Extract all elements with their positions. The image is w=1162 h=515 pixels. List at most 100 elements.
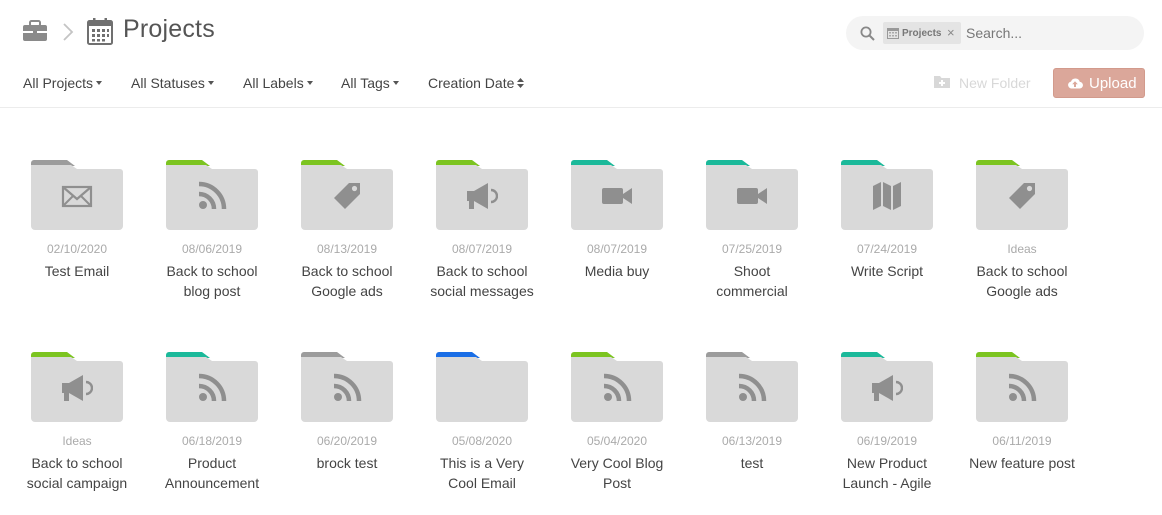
project-tile[interactable]: 06/11/2019 New feature post	[966, 352, 1096, 502]
video-icon	[736, 180, 768, 212]
filter-all-projects-label: All Projects	[23, 75, 94, 91]
upload-label: Upload	[1089, 75, 1137, 92]
project-tile[interactable]: 08/07/2019 Back to school social messages	[426, 160, 556, 310]
project-tile[interactable]: 06/20/2019 brock test	[291, 352, 421, 502]
filter-all-statuses-label: All Statuses	[131, 75, 205, 91]
sort-creation-date[interactable]: Creation Date	[428, 75, 525, 91]
chevron-right-icon	[63, 23, 74, 41]
project-date: 06/19/2019	[856, 434, 918, 448]
project-date: 06/18/2019	[181, 434, 243, 448]
caret-down-icon	[207, 81, 214, 86]
search-scope-chip[interactable]: Projects ×	[883, 22, 961, 44]
calendar-icon	[887, 28, 899, 39]
folder-icon[interactable]	[31, 352, 123, 422]
cloud-upload-icon	[1068, 78, 1083, 89]
folder-icon[interactable]	[436, 160, 528, 230]
sort-creation-date-label: Creation Date	[428, 75, 515, 91]
project-name[interactable]: New Product Launch - Agile	[831, 453, 943, 493]
rss-icon	[736, 372, 768, 404]
project-date: 05/08/2020	[451, 434, 513, 448]
project-name[interactable]: test	[696, 453, 808, 473]
project-tile[interactable]: 07/24/2019 Write Script	[831, 160, 961, 310]
search-bar[interactable]: Projects ×	[846, 16, 1144, 50]
project-date: 08/06/2019	[181, 242, 243, 256]
caret-down-icon	[392, 81, 399, 86]
filter-all-statuses[interactable]: All Statuses	[131, 75, 214, 91]
folder-icon[interactable]	[976, 160, 1068, 230]
search-input[interactable]	[966, 23, 1136, 43]
project-date: 07/25/2019	[721, 242, 783, 256]
project-tile[interactable]: 08/06/2019 Back to school blog post	[156, 160, 286, 310]
filter-all-labels-label: All Labels	[243, 75, 304, 91]
folder-icon[interactable]	[841, 160, 933, 230]
project-tile[interactable]: 05/04/2020 Very Cool Blog Post	[561, 352, 691, 502]
megaphone-icon	[871, 372, 904, 404]
project-name[interactable]: Test Email	[21, 261, 133, 281]
project-tile[interactable]: Ideas Back to school social campaign	[21, 352, 151, 502]
rss-icon	[601, 372, 633, 404]
filter-bar: All Projects All Statuses All Labels All…	[0, 64, 1162, 108]
folder-icon[interactable]	[841, 352, 933, 422]
video-icon	[601, 180, 633, 212]
folder-icon[interactable]	[166, 160, 258, 230]
folder-icon[interactable]	[571, 160, 663, 230]
folder-icon[interactable]	[301, 160, 393, 230]
project-tile[interactable]: 07/25/2019 Shoot commercial	[696, 160, 826, 310]
search-scope-label: Projects	[902, 28, 942, 39]
filter-all-labels[interactable]: All Labels	[243, 75, 313, 91]
project-name[interactable]: Back to school Google ads	[291, 261, 403, 301]
project-tile[interactable]: Ideas Back to school Google ads	[966, 160, 1096, 310]
rss-icon	[331, 372, 363, 404]
project-name[interactable]: New feature post	[966, 453, 1078, 473]
project-tile[interactable]: 06/19/2019 New Product Launch - Agile	[831, 352, 961, 502]
project-name[interactable]: brock test	[291, 453, 403, 473]
project-name[interactable]: Product Announcement	[156, 453, 268, 493]
tag-icon	[1006, 180, 1038, 212]
folder-icon[interactable]	[166, 352, 258, 422]
sort-icon	[517, 78, 525, 89]
project-name[interactable]: Write Script	[831, 261, 943, 281]
filter-all-tags[interactable]: All Tags	[341, 75, 399, 91]
project-tile[interactable]: 08/13/2019 Back to school Google ads	[291, 160, 421, 310]
project-name[interactable]: Shoot commercial	[696, 261, 808, 301]
map-icon	[871, 180, 903, 212]
folder-icon[interactable]	[31, 160, 123, 230]
project-date: 06/11/2019	[992, 434, 1052, 448]
project-name[interactable]: Back to school blog post	[156, 261, 268, 301]
project-tile[interactable]: 05/08/2020 This is a Very Cool Email	[426, 352, 556, 502]
briefcase-icon[interactable]	[22, 20, 48, 42]
project-name[interactable]: Back to school social messages	[426, 261, 538, 301]
folder-icon[interactable]	[571, 352, 663, 422]
project-date: 08/13/2019	[316, 242, 378, 256]
close-icon[interactable]: ×	[947, 25, 955, 40]
upload-button[interactable]: Upload	[1053, 68, 1145, 98]
search-icon	[860, 26, 875, 41]
project-tile[interactable]: 06/13/2019 test	[696, 352, 826, 502]
project-tile[interactable]: 02/10/2020 Test Email	[21, 160, 151, 310]
folder-icon[interactable]	[436, 352, 528, 422]
rss-icon	[196, 180, 228, 212]
project-name[interactable]: Back to school Google ads	[966, 261, 1078, 301]
project-date: 07/24/2019	[856, 242, 918, 256]
project-name[interactable]: Back to school social campaign	[21, 453, 133, 493]
folder-icon[interactable]	[976, 352, 1068, 422]
rss-icon	[196, 372, 228, 404]
project-tile[interactable]: 08/07/2019 Media buy	[561, 160, 691, 310]
project-name[interactable]: Very Cool Blog Post	[561, 453, 673, 493]
project-date: 08/07/2019	[451, 242, 513, 256]
project-name[interactable]: This is a Very Cool Email	[426, 453, 538, 493]
project-date: 02/10/2020	[46, 242, 108, 256]
caret-down-icon	[96, 81, 103, 86]
megaphone-icon	[61, 372, 94, 404]
page-title: Projects	[123, 15, 215, 43]
project-tile[interactable]: 06/18/2019 Product Announcement	[156, 352, 286, 502]
filter-all-projects[interactable]: All Projects	[23, 75, 103, 91]
filter-all-tags-label: All Tags	[341, 75, 390, 91]
folder-icon[interactable]	[301, 352, 393, 422]
folder-icon[interactable]	[706, 352, 798, 422]
project-date: Ideas	[1007, 242, 1037, 256]
project-name[interactable]: Media buy	[561, 261, 673, 281]
new-folder-label: New Folder	[959, 75, 1031, 91]
project-date: 05/04/2020	[586, 434, 648, 448]
folder-icon[interactable]	[706, 160, 798, 230]
